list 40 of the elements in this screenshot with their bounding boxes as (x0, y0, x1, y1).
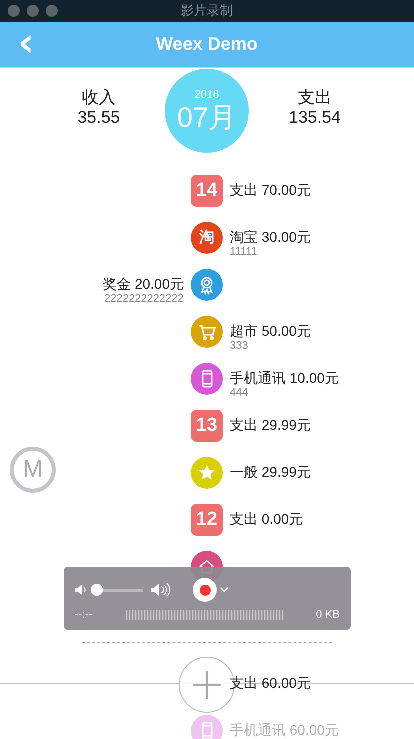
income-amount: 35.55 (78, 108, 120, 128)
window-minimize-button[interactable] (27, 5, 39, 17)
entry-label: 淘宝 30.00元 (230, 228, 311, 246)
volume-high-icon (151, 583, 171, 597)
floating-button[interactable]: M (10, 447, 56, 493)
date-badge: 14 (191, 174, 223, 206)
cart-icon (199, 324, 216, 340)
entry-label: 支出 0.00元 (230, 510, 304, 528)
entry-label: 手机通讯 10.00元 (230, 369, 339, 387)
month-picker[interactable]: 2016 07月 (165, 69, 249, 153)
back-button[interactable]: ‹ (18, 26, 34, 60)
chevron-down-icon[interactable] (220, 587, 229, 593)
medal-icon (200, 276, 214, 295)
window-zoom-button[interactable] (46, 5, 58, 17)
entry-note: 444 (230, 387, 248, 400)
category-icon: 淘 (191, 222, 223, 254)
entry-label: 超市 50.00元 (230, 322, 311, 340)
volume-low-icon (75, 584, 87, 596)
entry-note: 2222222222222 (104, 293, 184, 306)
entry-label: 支出 29.99元 (230, 416, 311, 434)
entry-label: 一般 29.99元 (230, 463, 311, 481)
entry-note: 11111 (230, 246, 258, 259)
income-label: 收入 (82, 88, 116, 108)
phone-icon (202, 722, 213, 739)
entry-label: 支出 70.00元 (230, 181, 311, 199)
window-title: 影片录制 (181, 3, 233, 18)
file-size: 0 KB (316, 609, 340, 621)
date-badge: 13 (191, 410, 223, 442)
date-badge: 12 (191, 504, 223, 536)
expense-label: 支出 (298, 88, 332, 108)
expense-amount: 135.54 (289, 108, 341, 128)
page-title: Weex Demo (156, 34, 258, 55)
entry-note: 333 (230, 340, 248, 353)
recording-time: --:-- (75, 609, 93, 621)
phone-icon (202, 370, 213, 388)
entry-label: 奖金 20.00元 (103, 275, 184, 293)
window-close-button[interactable] (8, 5, 20, 17)
record-button[interactable] (193, 578, 217, 602)
star-icon (199, 464, 215, 480)
entry-label: 手机通讯 60.00元 (230, 721, 339, 739)
